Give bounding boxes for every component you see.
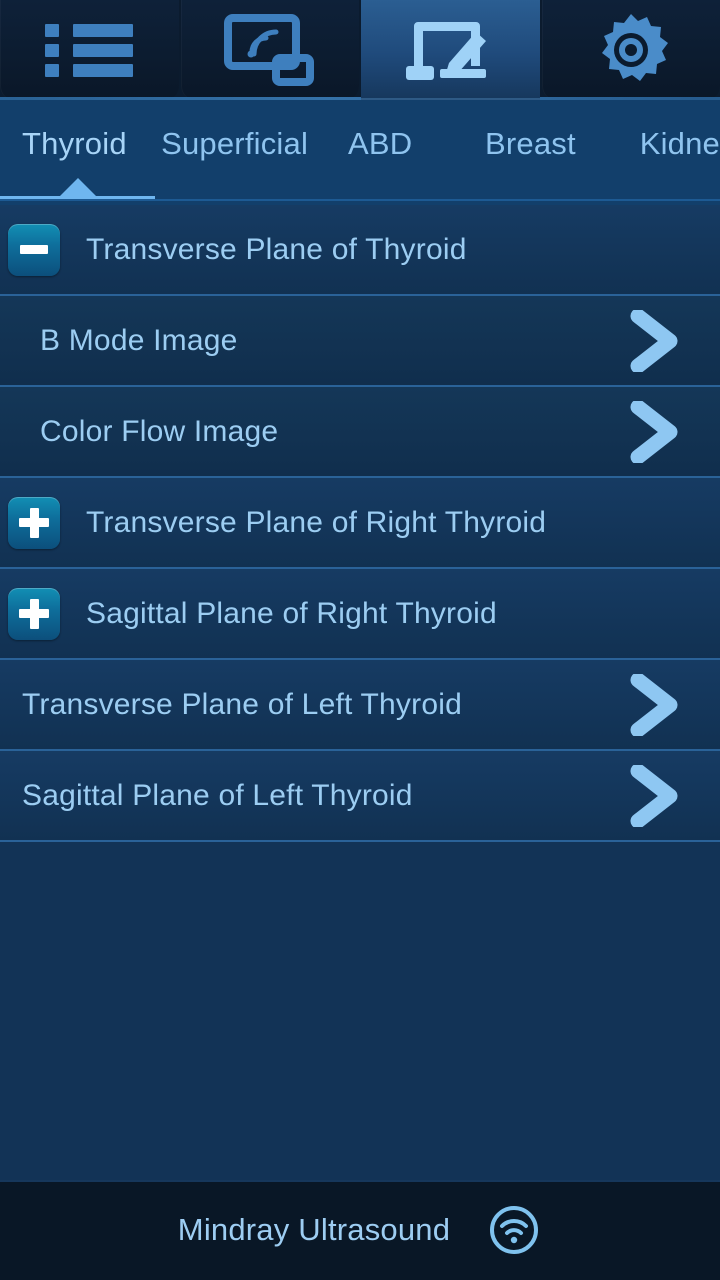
tab-abd[interactable]: ABD bbox=[344, 100, 485, 205]
icon-tab-settings[interactable] bbox=[541, 0, 720, 100]
icon-tab-list[interactable] bbox=[0, 0, 179, 100]
expand-plus-icon[interactable] bbox=[8, 496, 60, 549]
tab-kidney-label: Kidne bbox=[639, 126, 720, 161]
tab-thyroid[interactable]: Thyroid bbox=[0, 100, 155, 205]
tab-abd-label: ABD bbox=[348, 126, 413, 161]
annotate-screen-icon bbox=[404, 16, 496, 84]
row-label: Sagittal Plane of Left Thyroid bbox=[22, 778, 413, 812]
exam-plane-list: Transverse Plane of Thyroid B Mode Image… bbox=[0, 205, 720, 1180]
tab-thyroid-label: Thyroid bbox=[22, 126, 127, 161]
icon-tab-remote-screen[interactable] bbox=[180, 0, 359, 100]
expand-plus-icon[interactable] bbox=[8, 587, 60, 640]
tab-breast[interactable]: Breast bbox=[485, 100, 634, 205]
tab-superficial-label: Superficial bbox=[161, 126, 309, 161]
row-label: Color Flow Image bbox=[40, 414, 279, 448]
gear-icon bbox=[593, 12, 669, 88]
row-label: Transverse Plane of Right Thyroid bbox=[86, 505, 547, 539]
chevron-right-icon[interactable] bbox=[628, 309, 680, 372]
icon-tab-annotate-screen[interactable] bbox=[361, 0, 540, 100]
row-label: Sagittal Plane of Right Thyroid bbox=[86, 596, 497, 630]
app-root: Thyroid Superficial ABD Breast Kidne Tra… bbox=[0, 0, 720, 1280]
table-row[interactable]: Transverse Plane of Thyroid bbox=[0, 205, 720, 296]
table-row[interactable]: Transverse Plane of Left Thyroid bbox=[0, 660, 720, 751]
row-label: Transverse Plane of Thyroid bbox=[86, 232, 467, 266]
tab-superficial[interactable]: Superficial bbox=[152, 100, 344, 205]
list-icon bbox=[45, 21, 134, 79]
table-row[interactable]: Color Flow Image bbox=[0, 387, 720, 478]
category-tab-strip[interactable]: Thyroid Superficial ABD Breast Kidne bbox=[0, 100, 720, 205]
tab-kidney[interactable]: Kidne bbox=[634, 100, 720, 205]
table-row[interactable]: B Mode Image bbox=[0, 296, 720, 387]
row-label: B Mode Image bbox=[40, 323, 238, 357]
table-row[interactable]: Transverse Plane of Right Thyroid bbox=[0, 478, 720, 569]
collapse-minus-icon[interactable] bbox=[8, 223, 60, 276]
top-icon-bar bbox=[0, 0, 720, 100]
device-name-label: Mindray Ultrasound bbox=[177, 1212, 451, 1247]
table-row[interactable]: Sagittal Plane of Right Thyroid bbox=[0, 569, 720, 660]
wifi-circle-icon[interactable] bbox=[486, 1202, 542, 1258]
row-label: Transverse Plane of Left Thyroid bbox=[22, 687, 462, 721]
bottom-status-bar: Mindray Ultrasound bbox=[0, 1180, 720, 1280]
tab-active-pointer bbox=[59, 178, 97, 197]
chevron-right-icon[interactable] bbox=[628, 400, 680, 463]
tab-breast-label: Breast bbox=[485, 126, 576, 161]
table-row[interactable]: Sagittal Plane of Left Thyroid bbox=[0, 751, 720, 842]
chevron-right-icon[interactable] bbox=[628, 764, 680, 827]
cast-screen-icon bbox=[223, 14, 316, 86]
chevron-right-icon[interactable] bbox=[628, 673, 680, 736]
